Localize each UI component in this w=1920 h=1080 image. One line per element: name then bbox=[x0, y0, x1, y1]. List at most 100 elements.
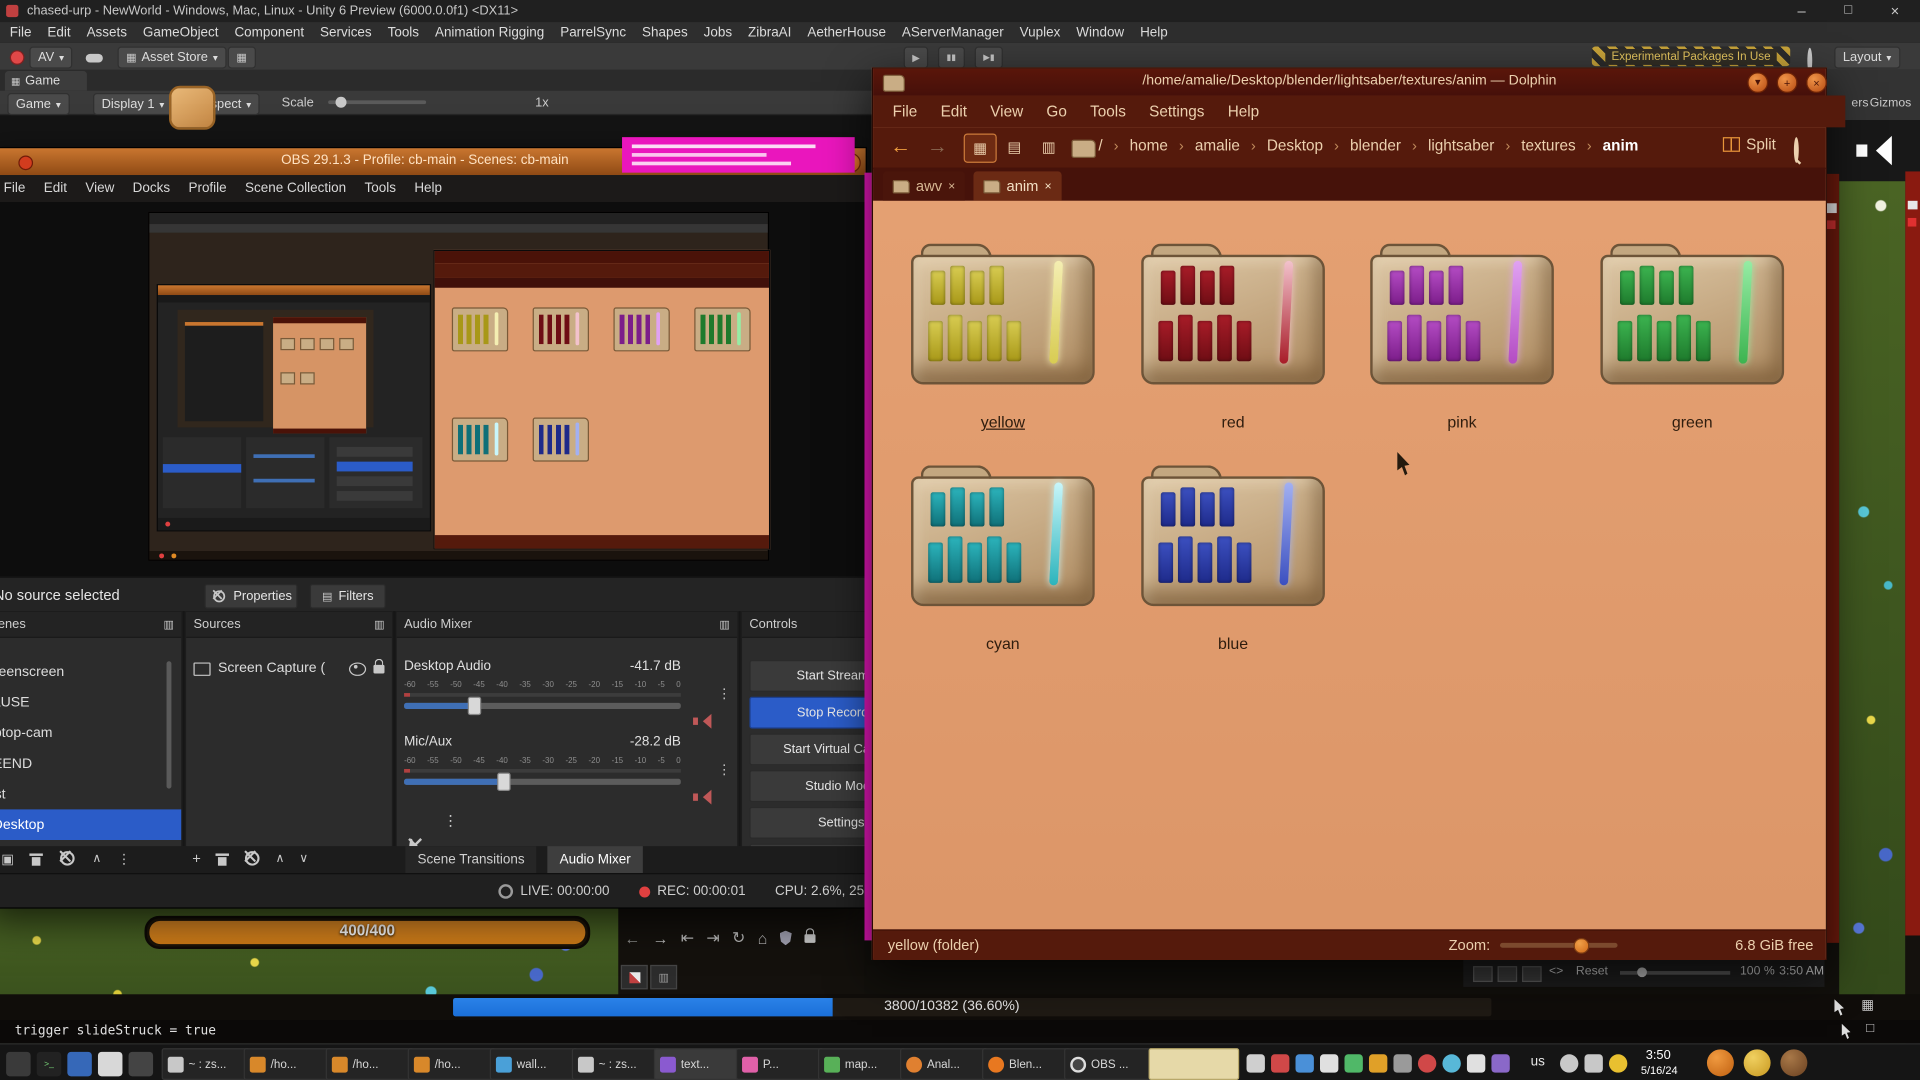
channel-menu-icon[interactable]: ⋮ bbox=[718, 686, 731, 702]
obs-menu-help[interactable]: Help bbox=[414, 181, 442, 196]
dolphin-menu-help[interactable]: Help bbox=[1228, 103, 1259, 120]
launcher-terminal-icon[interactable]: >_ bbox=[37, 1052, 61, 1076]
folder-item-green[interactable]: green bbox=[1594, 244, 1790, 458]
dolphin-zoom-slider[interactable] bbox=[1500, 943, 1618, 948]
reset-button[interactable]: Reset bbox=[1576, 965, 1608, 978]
taskbar-window-texteditor[interactable]: text... bbox=[654, 1048, 742, 1080]
taskbar-window-obs[interactable]: OBS ... bbox=[1064, 1048, 1152, 1080]
dolphin-menu-view[interactable]: View bbox=[990, 103, 1023, 120]
close-icon[interactable]: × bbox=[1891, 2, 1900, 19]
tray-app-brown-icon[interactable] bbox=[1780, 1049, 1807, 1076]
scenes-scrollbar[interactable] bbox=[167, 661, 172, 788]
back-icon[interactable]: ← bbox=[890, 135, 911, 159]
obs-menu-edit[interactable]: Edit bbox=[44, 181, 67, 196]
notifications-icon[interactable] bbox=[1609, 1054, 1627, 1072]
folder-icon[interactable] bbox=[1370, 244, 1554, 385]
tray-icon[interactable] bbox=[1369, 1054, 1387, 1072]
scene-item[interactable]: PAUSE bbox=[0, 687, 181, 718]
window-shade-icon[interactable]: ▾ bbox=[1747, 72, 1768, 93]
gear-icon[interactable] bbox=[61, 851, 76, 866]
dolphin-menu-settings[interactable]: Settings bbox=[1149, 103, 1204, 120]
menu-jobs[interactable]: Jobs bbox=[704, 25, 732, 40]
folder-icon[interactable] bbox=[1141, 244, 1325, 385]
window-close-icon[interactable]: × bbox=[1806, 72, 1827, 93]
dolphin-folder-view[interactable]: yellow red pink bbox=[873, 201, 1826, 930]
tray-app-orange-icon[interactable] bbox=[1707, 1049, 1734, 1076]
breadcrumb-blender[interactable]: blender bbox=[1350, 137, 1401, 154]
breadcrumb-root[interactable]: / bbox=[1098, 137, 1102, 154]
trash-icon[interactable] bbox=[216, 851, 229, 866]
launcher-menu-icon[interactable] bbox=[6, 1052, 30, 1076]
scene-item[interactable]: test bbox=[0, 779, 181, 810]
tray-icon[interactable] bbox=[1491, 1054, 1509, 1072]
launcher-grid-icon[interactable] bbox=[129, 1052, 153, 1076]
tab-audio-mixer[interactable]: Audio Mixer bbox=[547, 846, 643, 873]
tray-icon[interactable] bbox=[1393, 1054, 1411, 1072]
menu-tools[interactable]: Tools bbox=[388, 25, 419, 40]
taskbar-window-files-2[interactable]: /ho... bbox=[326, 1048, 414, 1080]
obs-menu-scene-collection[interactable]: Scene Collection bbox=[245, 181, 346, 196]
forward-icon[interactable]: → bbox=[653, 929, 669, 947]
cloud-icon[interactable] bbox=[86, 54, 103, 63]
lock-icon[interactable] bbox=[804, 934, 815, 943]
tab-game[interactable]: ▦Game bbox=[5, 71, 87, 91]
window-maximize-icon[interactable]: + bbox=[1777, 72, 1798, 93]
strip-icon-red[interactable] bbox=[1827, 220, 1836, 229]
folder-item-yellow[interactable]: yellow bbox=[905, 244, 1101, 458]
tray-icon[interactable] bbox=[1320, 1054, 1338, 1072]
add-source-icon[interactable]: + bbox=[192, 850, 201, 867]
network-icon[interactable] bbox=[1560, 1054, 1578, 1072]
menu-parrelsync[interactable]: ParrelSync bbox=[560, 25, 626, 40]
obs-menu-tools[interactable]: Tools bbox=[364, 181, 395, 196]
folder-icon[interactable] bbox=[1141, 465, 1325, 606]
maximize-icon[interactable]: □ bbox=[1844, 2, 1852, 17]
scale-slider[interactable] bbox=[328, 100, 426, 104]
taskbar-window-p[interactable]: P... bbox=[736, 1048, 824, 1080]
obs-preview[interactable] bbox=[0, 202, 866, 577]
folder-item-red[interactable]: red bbox=[1135, 244, 1331, 458]
dolphin-titlebar[interactable]: /home/amalie/Desktop/blender/lightsaber/… bbox=[873, 69, 1826, 96]
icons-view-button[interactable]: ▦ bbox=[964, 133, 997, 162]
stop-recording-button[interactable]: Stop Recording bbox=[749, 697, 867, 729]
tab-close-icon[interactable]: × bbox=[948, 179, 955, 192]
studio-mode-button[interactable]: Studio Mode bbox=[749, 770, 867, 802]
volume-handle[interactable] bbox=[468, 697, 481, 715]
tray-app-yellow-icon[interactable] bbox=[1744, 1049, 1771, 1076]
menu-component[interactable]: Component bbox=[234, 25, 304, 40]
breadcrumb-anim[interactable]: anim bbox=[1603, 137, 1639, 154]
start-streaming-button[interactable]: Start Streaming bbox=[749, 660, 867, 692]
breadcrumb-amalie[interactable]: amalie bbox=[1195, 137, 1240, 154]
play-button[interactable]: ▶ bbox=[904, 47, 929, 69]
menu-services[interactable]: Services bbox=[320, 25, 372, 40]
panel-toggle-button[interactable]: ▥ bbox=[650, 965, 677, 989]
launcher-editor-icon[interactable] bbox=[98, 1052, 122, 1076]
breadcrumb-lightsaber[interactable]: lightsaber bbox=[1428, 137, 1494, 154]
compact-view-button[interactable]: ▤ bbox=[999, 133, 1030, 160]
trash-icon[interactable] bbox=[30, 851, 43, 866]
step-button[interactable]: ▶▮ bbox=[975, 47, 1003, 69]
volume-slider[interactable] bbox=[404, 779, 681, 785]
obs-menu-profile[interactable]: Profile bbox=[188, 181, 226, 196]
mixer-menu-icon[interactable]: ⋮ bbox=[443, 812, 458, 829]
dolphin-zoom-handle[interactable] bbox=[1573, 938, 1589, 954]
folder-icon[interactable] bbox=[1600, 244, 1784, 385]
folder-item-pink[interactable]: pink bbox=[1364, 244, 1560, 458]
menu-shapes[interactable]: Shapes bbox=[642, 25, 688, 40]
menu-edit[interactable]: Edit bbox=[47, 25, 70, 40]
clock-time[interactable]: 3:50 bbox=[1646, 1048, 1671, 1063]
game-view-dropdown[interactable]: Game▾ bbox=[7, 93, 69, 115]
tray-icon[interactable] bbox=[1418, 1054, 1436, 1072]
dock-menu-icon[interactable]: ▥ bbox=[719, 618, 729, 631]
scene-item-selected[interactable]: Desktop bbox=[0, 809, 181, 840]
menu-window[interactable]: Window bbox=[1076, 25, 1124, 40]
forward-icon[interactable]: → bbox=[927, 135, 948, 159]
more-icon[interactable]: ⋮ bbox=[117, 850, 130, 866]
breadcrumb-desktop[interactable]: Desktop bbox=[1267, 137, 1323, 154]
breadcrumb-home[interactable]: home bbox=[1130, 137, 1168, 154]
dock-menu-icon[interactable]: ▥ bbox=[374, 618, 384, 631]
clock-date[interactable]: 5/16/24 bbox=[1641, 1064, 1678, 1076]
menu-aservermanager[interactable]: AServerManager bbox=[902, 25, 1004, 40]
taskbar-window-blender[interactable]: Blen... bbox=[982, 1048, 1070, 1080]
folder-item-cyan[interactable]: cyan bbox=[905, 465, 1101, 679]
fragment-label[interactable]: ers bbox=[1851, 97, 1868, 110]
